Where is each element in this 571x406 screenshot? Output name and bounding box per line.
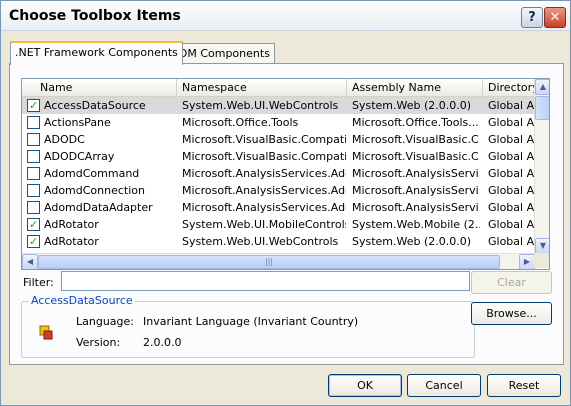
tab-panel: Name Namespace Assembly Name Directory A…: [9, 63, 564, 365]
row-name: ADODC: [44, 133, 85, 146]
scroll-left-arrow-icon[interactable]: ◀: [22, 254, 38, 269]
scroll-corner: [534, 253, 549, 268]
row-checkbox[interactable]: [27, 216, 40, 233]
table-row[interactable]: AdRotator System.Web.UI.WebControls System…: [22, 233, 534, 250]
row-name: ActionsPane: [44, 116, 111, 129]
row-name: AdRotator: [44, 218, 99, 231]
row-checkbox[interactable]: [27, 233, 40, 250]
row-checkbox[interactable]: [27, 133, 40, 146]
row-name: AdomdDataAdapter: [44, 201, 153, 214]
column-header-name[interactable]: Name: [22, 79, 177, 96]
row-directory: Global Ass: [488, 201, 534, 214]
reset-button[interactable]: Reset: [487, 374, 561, 397]
row-assembly-name: Microsoft.AnalysisServi...: [352, 184, 480, 197]
row-checkbox[interactable]: [27, 201, 40, 214]
row-namespace: Microsoft.Office.Tools: [182, 116, 299, 129]
dialog-body: .NET Framework Components COM Components…: [1, 31, 570, 405]
close-button[interactable]: ✕: [544, 7, 566, 28]
table-row[interactable]: AdomdConnection Microsoft.AnalysisService…: [22, 182, 534, 199]
ok-button[interactable]: OK: [328, 374, 402, 397]
row-namespace: System.Web.UI.MobileControls: [182, 218, 346, 231]
row-namespace: Microsoft.AnalysisServices.Ado...: [182, 167, 346, 180]
row-directory: Global Ass: [488, 150, 534, 163]
help-button[interactable]: ?: [521, 7, 543, 28]
language-label: Language:: [76, 315, 134, 328]
tab-net-framework-components[interactable]: .NET Framework Components: [10, 41, 183, 65]
row-checkbox[interactable]: [27, 150, 40, 163]
row-directory: Global Ass: [488, 133, 534, 146]
row-namespace: System.Web.UI.WebControls: [182, 235, 339, 248]
components-list[interactable]: Name Namespace Assembly Name Directory A…: [21, 78, 550, 270]
row-checkbox[interactable]: [27, 167, 40, 180]
column-header-directory[interactable]: Directory: [482, 79, 534, 96]
window-title: Choose Toolbox Items: [9, 8, 181, 24]
language-value: Invariant Language (Invariant Country): [143, 315, 359, 328]
cancel-button[interactable]: Cancel: [407, 374, 481, 397]
row-assembly-name: System.Web (2.0.0.0): [352, 99, 472, 112]
row-namespace: System.Web.UI.WebControls: [182, 99, 339, 112]
horizontal-scrollbar[interactable]: ◀ ||| ▶: [22, 253, 535, 269]
row-directory: Global Ass: [488, 99, 534, 112]
table-row[interactable]: AdomdDataAdapter Microsoft.AnalysisServic…: [22, 199, 534, 216]
title-bar[interactable]: Choose Toolbox Items ? ✕: [1, 1, 570, 31]
table-row[interactable]: AdomdCommand Microsoft.AnalysisServices.A…: [22, 165, 534, 182]
row-assembly-name: Microsoft.VisualBasic.C...: [352, 150, 480, 163]
row-directory: Global Ass: [488, 184, 534, 197]
list-header: Name Namespace Assembly Name Directory: [22, 79, 534, 97]
scroll-up-arrow-icon[interactable]: ▲: [535, 79, 549, 95]
table-row[interactable]: ADODCArray Microsoft.VisualBasic.Compatib…: [22, 148, 534, 165]
choose-toolbox-items-dialog: Choose Toolbox Items ? ✕ .NET Framework …: [0, 0, 571, 406]
row-directory: Global Ass: [488, 167, 534, 180]
row-directory: Global Ass: [488, 235, 534, 248]
clear-button[interactable]: Clear: [471, 271, 552, 294]
version-label: Version:: [76, 336, 121, 349]
version-value: 2.0.0.0: [143, 336, 182, 349]
row-namespace: Microsoft.AnalysisServices.Ado...: [182, 184, 346, 197]
row-directory: Global Ass: [488, 116, 534, 129]
row-directory: Global Ass: [488, 218, 534, 231]
horizontal-scroll-thumb[interactable]: |||: [38, 255, 500, 269]
vertical-scrollbar[interactable]: ▲ ▼: [534, 79, 549, 254]
table-row[interactable]: AccessDataSource System.Web.UI.WebControl…: [22, 97, 534, 114]
row-namespace: Microsoft.AnalysisServices.Ado...: [182, 201, 346, 214]
browse-button[interactable]: Browse...: [471, 302, 552, 325]
table-row[interactable]: ActionsPane Microsoft.Office.Tools Microso…: [22, 114, 534, 131]
column-header-namespace[interactable]: Namespace: [176, 79, 347, 96]
row-assembly-name: Microsoft.AnalysisServi...: [352, 167, 480, 180]
table-row[interactable]: AdRotator System.Web.UI.MobileControls Sys…: [22, 216, 534, 233]
row-assembly-name: Microsoft.VisualBasic.C...: [352, 133, 480, 146]
row-assembly-name: Microsoft.Office.Tools....: [352, 116, 480, 129]
row-name: AccessDataSource: [44, 99, 146, 112]
column-header-assembly-name[interactable]: Assembly Name: [346, 79, 483, 96]
scroll-right-arrow-icon[interactable]: ▶: [519, 254, 535, 269]
row-assembly-name: Microsoft.AnalysisServi...: [352, 201, 480, 214]
row-name: AdomdCommand: [44, 167, 140, 180]
row-name: AdRotator: [44, 235, 99, 248]
row-assembly-name: System.Web.Mobile (2....: [352, 218, 480, 231]
row-checkbox[interactable]: [27, 184, 40, 197]
row-assembly-name: System.Web (2.0.0.0): [352, 235, 472, 248]
assembly-component-icon: [38, 324, 54, 343]
filter-label: Filter:: [23, 276, 54, 289]
scroll-down-arrow-icon[interactable]: ▼: [535, 238, 549, 254]
table-row[interactable]: ADODC Microsoft.VisualBasic.Compatibi... M…: [22, 131, 534, 148]
row-name: ADODCArray: [44, 150, 115, 163]
details-group-title: AccessDataSource: [29, 294, 135, 307]
row-checkbox[interactable]: [27, 116, 40, 129]
filter-input[interactable]: [61, 271, 470, 291]
details-group: AccessDataSource Language: Invariant Lan…: [21, 294, 475, 358]
row-namespace: Microsoft.VisualBasic.Compatibi...: [182, 133, 346, 146]
row-checkbox[interactable]: [27, 97, 40, 114]
vertical-scroll-thumb[interactable]: [535, 96, 549, 120]
row-namespace: Microsoft.VisualBasic.Compatibi...: [182, 150, 346, 163]
row-name: AdomdConnection: [44, 184, 145, 197]
